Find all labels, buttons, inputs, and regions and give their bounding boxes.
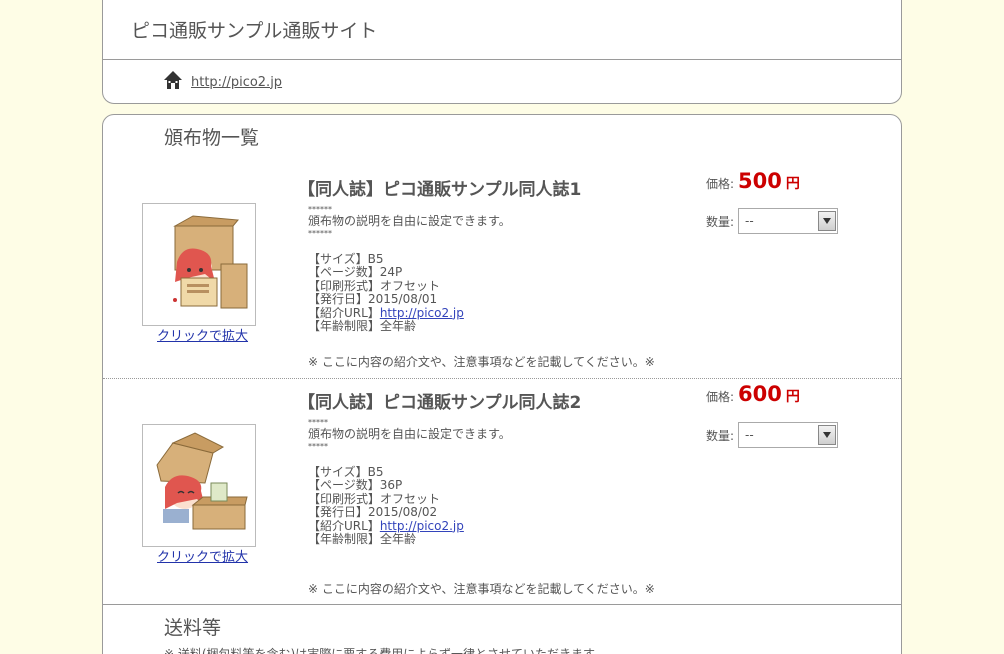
header-divider <box>103 59 901 60</box>
product-divider <box>103 378 901 379</box>
qty-label: 数量: <box>706 428 735 443</box>
price-row: 価格: 500 円 <box>706 169 800 193</box>
price-label: 価格: <box>706 390 735 404</box>
qty-label: 数量: <box>706 214 735 229</box>
spec-url-label: 【紹介URL】 <box>308 518 380 533</box>
product-note: ※ ここに内容の紹介文や、注意事項などを記載してください。※ <box>308 582 655 596</box>
home-link[interactable]: http://pico2.jp <box>191 75 282 90</box>
chevron-down-icon[interactable] <box>818 425 837 445</box>
spec-url-link[interactable]: http://pico2.jp <box>380 306 464 320</box>
price-unit: 円 <box>785 176 800 192</box>
enlarge-link[interactable]: クリックで拡大 <box>157 546 248 565</box>
header-panel: ピコ通販サンプル通販サイト http://pico2.jp <box>102 0 902 104</box>
spec-age: 【年齢制限】全年齢 <box>308 319 417 333</box>
product-description: ****** 頒布物の説明を自由に設定できます。 ****** 【サイズ】B5 … <box>308 205 511 334</box>
spec-date: 【発行日】2015/08/01 <box>308 292 438 306</box>
spec-pages: 【ページ数】24P <box>308 265 403 279</box>
price-value: 500 <box>738 169 782 193</box>
section-divider <box>103 604 901 605</box>
price-row: 価格: 600 円 <box>706 382 800 406</box>
price-value: 600 <box>738 382 782 406</box>
shipping-note: ※ 送料(梱包料等を含む)は実際に要する費用によらず一律とさせていただきます。 <box>164 647 606 654</box>
catalog-title: 頒布物一覧 <box>164 127 260 149</box>
stars-bottom: ****** <box>308 228 332 238</box>
spec-url-link[interactable]: http://pico2.jp <box>380 519 464 533</box>
quantity-value: -- <box>745 428 754 442</box>
product-image[interactable] <box>142 424 256 547</box>
spec-age: 【年齢制限】全年齢 <box>308 532 417 546</box>
site-title: ピコ通販サンプル通販サイト <box>131 20 378 42</box>
product-title[interactable]: 【同人誌】ピコ通販サンプル同人誌2 <box>298 388 581 413</box>
product-title[interactable]: 【同人誌】ピコ通販サンプル同人誌1 <box>298 175 581 200</box>
main-panel: 頒布物一覧 クリックで拡大 【同人誌】ピコ通販サンプル同人誌1 ****** 頒… <box>102 114 902 654</box>
shipping-title: 送料等 <box>164 617 222 639</box>
home-nav: http://pico2.jp <box>163 70 282 94</box>
product-note: ※ ここに内容の紹介文や、注意事項などを記載してください。※ <box>308 355 655 369</box>
stars-bottom: ***** <box>308 441 328 451</box>
qty-row: 数量: -- <box>706 422 839 448</box>
quantity-select[interactable]: -- <box>738 208 839 234</box>
spec-url: 【紹介URL】http://pico2.jp <box>308 305 511 321</box>
home-icon <box>163 70 183 94</box>
description-text: 頒布物の説明を自由に設定できます。 <box>308 427 511 441</box>
enlarge-link[interactable]: クリックで拡大 <box>157 325 248 344</box>
spec-size: 【サイズ】B5 <box>308 251 384 266</box>
description-text: 頒布物の説明を自由に設定できます。 <box>308 214 511 228</box>
product-description: ***** 頒布物の説明を自由に設定できます。 ***** 【サイズ】B5 【ペ… <box>308 418 511 547</box>
spec-url-label: 【紹介URL】 <box>308 305 380 320</box>
price-label: 価格: <box>706 177 735 191</box>
product-image[interactable] <box>142 203 256 326</box>
quantity-value: -- <box>745 214 754 228</box>
spec-date: 【発行日】2015/08/02 <box>308 505 438 519</box>
spec-print: 【印刷形式】オフセット <box>308 491 441 506</box>
spec-print: 【印刷形式】オフセット <box>308 278 441 293</box>
qty-row: 数量: -- <box>706 208 839 234</box>
spec-url: 【紹介URL】http://pico2.jp <box>308 518 511 534</box>
chevron-down-icon[interactable] <box>818 211 837 231</box>
quantity-select[interactable]: -- <box>738 422 839 448</box>
price-unit: 円 <box>785 389 800 405</box>
spec-pages: 【ページ数】36P <box>308 478 403 492</box>
spec-size: 【サイズ】B5 <box>308 464 384 479</box>
